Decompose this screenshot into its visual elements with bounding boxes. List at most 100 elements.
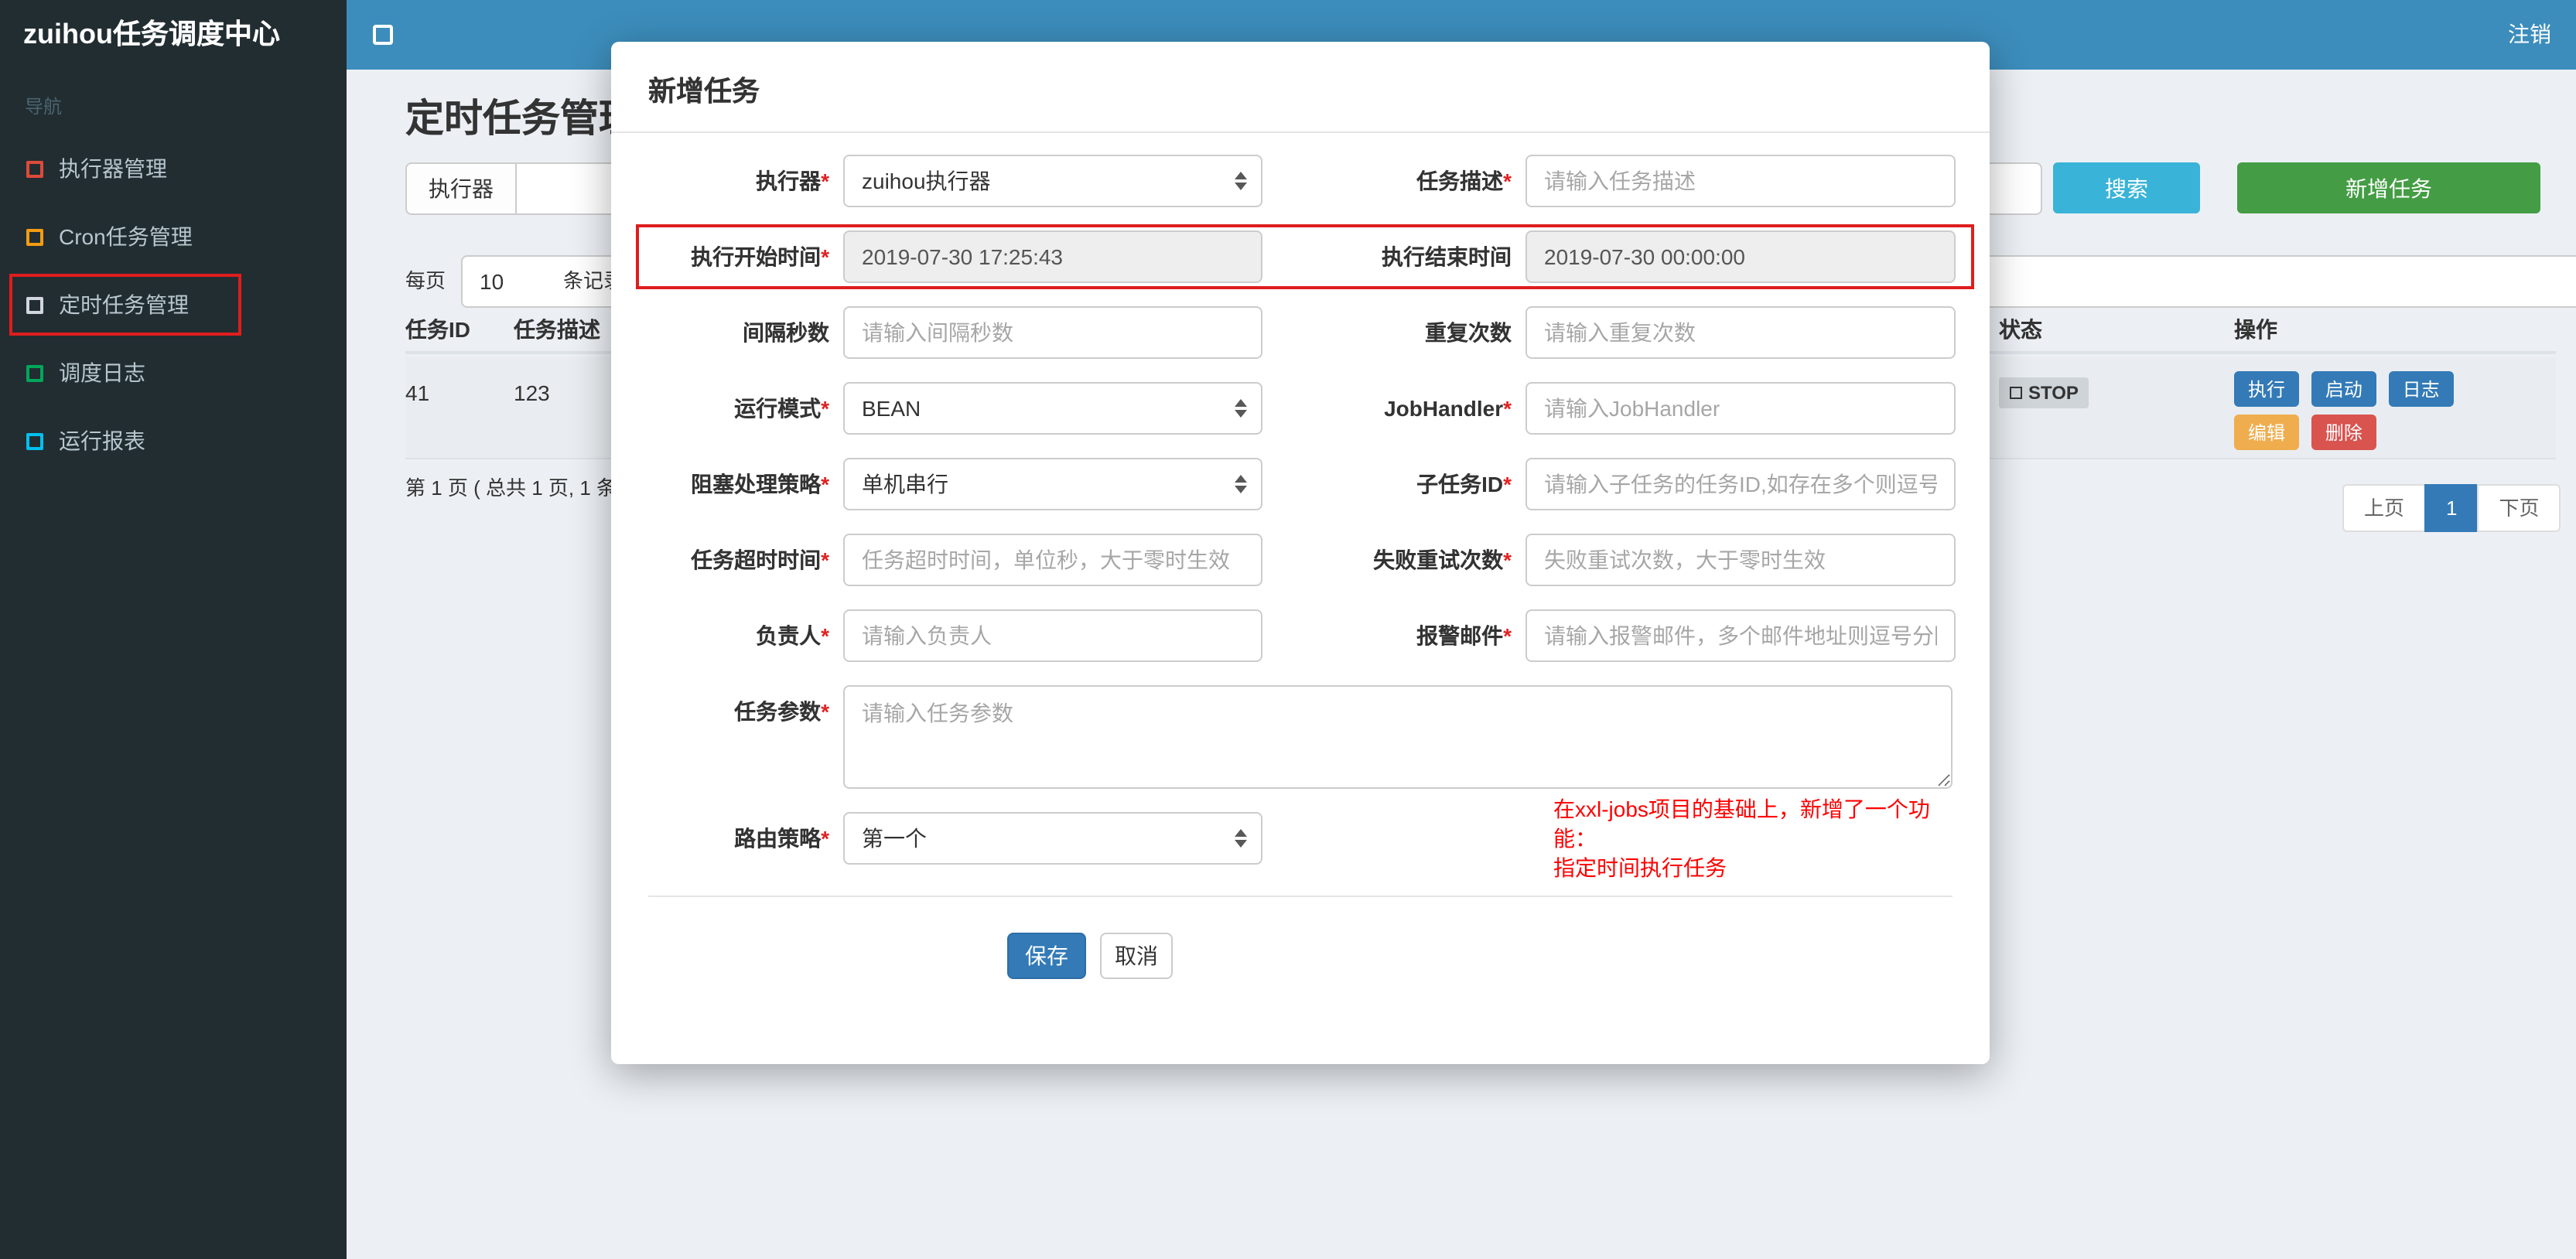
required-asterisk: * bbox=[821, 169, 829, 193]
child-job-id-input[interactable] bbox=[1525, 458, 1956, 510]
sidebar-item-cron-task-management[interactable]: Cron任务管理 bbox=[0, 203, 347, 271]
alarm-email-label: 报警邮件* bbox=[1416, 623, 1512, 648]
fail-retry-input[interactable] bbox=[1525, 534, 1956, 586]
form-row-timeout: 任务超时时间* 失败重试次数* bbox=[648, 534, 1956, 586]
fail-retry-label: 失败重试次数* bbox=[1373, 548, 1512, 572]
sidebar-item-run-report[interactable]: 运行报表 bbox=[0, 407, 347, 475]
delete-button[interactable]: 删除 bbox=[2311, 415, 2376, 450]
job-param-label: 任务参数* bbox=[734, 699, 829, 724]
required-asterisk: * bbox=[821, 826, 829, 851]
owner-input[interactable] bbox=[843, 609, 1262, 662]
sidebar-item-dispatch-log[interactable]: 调度日志 bbox=[0, 339, 347, 407]
form-row-executor: 执行器* zuihou执行器 任务描述* bbox=[648, 155, 1956, 207]
run-mode-label: 运行模式* bbox=[734, 396, 829, 421]
required-asterisk: * bbox=[821, 548, 829, 572]
required-asterisk: * bbox=[821, 472, 829, 496]
select-arrows-icon bbox=[1235, 172, 1247, 190]
page-title: 定时任务管理 bbox=[405, 97, 638, 141]
executor-select-value: zuihou执行器 bbox=[862, 169, 991, 193]
job-param-textarea[interactable] bbox=[843, 685, 1952, 789]
start-time-input[interactable] bbox=[843, 230, 1262, 283]
square-icon bbox=[26, 432, 43, 449]
end-time-label: 执行结束时间 bbox=[1382, 244, 1512, 269]
sidebar-toggle-icon[interactable] bbox=[373, 25, 393, 45]
add-task-modal: 新增任务 执行器* zuihou执行器 任务描述* 执行开始时间* bbox=[611, 42, 1990, 1064]
required-asterisk: * bbox=[821, 623, 829, 648]
column-header-operations: 操作 bbox=[2234, 317, 2277, 342]
job-desc-input[interactable] bbox=[1525, 155, 1956, 207]
run-mode-select-value: BEAN bbox=[862, 396, 921, 421]
square-icon bbox=[26, 296, 43, 313]
timeout-label: 任务超时时间* bbox=[691, 548, 829, 572]
cancel-button[interactable]: 取消 bbox=[1100, 933, 1173, 979]
select-arrows-icon bbox=[1235, 829, 1247, 848]
job-desc-label: 任务描述* bbox=[1416, 169, 1512, 193]
sidebar-item-label: Cron任务管理 bbox=[59, 224, 193, 249]
feature-note-line-1: 在xxl-jobs项目的基础上，新增了一个功能： bbox=[1553, 796, 1930, 850]
feature-note: 在xxl-jobs项目的基础上，新增了一个功能： 指定时间执行任务 bbox=[1553, 794, 1952, 882]
interval-input[interactable] bbox=[843, 306, 1262, 359]
column-header-task-desc: 任务描述 bbox=[514, 317, 600, 342]
route-strategy-select-value: 第一个 bbox=[862, 826, 927, 851]
log-button[interactable]: 日志 bbox=[2388, 371, 2454, 407]
required-asterisk: * bbox=[821, 699, 829, 724]
block-strategy-select-value: 单机串行 bbox=[862, 472, 948, 496]
alarm-email-input[interactable] bbox=[1525, 609, 1956, 662]
timeout-input[interactable] bbox=[843, 534, 1262, 586]
logout-link[interactable]: 注销 bbox=[2508, 0, 2551, 70]
cell-task-desc: 123 bbox=[514, 380, 550, 405]
required-asterisk: * bbox=[1503, 472, 1512, 496]
next-page-button[interactable]: 下页 bbox=[2477, 484, 2561, 532]
square-icon bbox=[26, 228, 43, 245]
required-asterisk: * bbox=[1503, 623, 1512, 648]
start-button[interactable]: 启动 bbox=[2311, 371, 2376, 407]
pagination: 上页 1 下页 bbox=[2342, 484, 2561, 532]
interval-label: 间隔秒数 bbox=[743, 320, 829, 345]
sidebar-item-label: 运行报表 bbox=[59, 428, 145, 453]
page-size-prefix: 每页 bbox=[405, 269, 446, 292]
route-strategy-label: 路由策略* bbox=[734, 826, 829, 851]
child-job-id-label: 子任务ID* bbox=[1416, 472, 1512, 496]
run-button[interactable]: 执行 bbox=[2234, 371, 2300, 407]
stop-icon bbox=[2010, 387, 2022, 399]
job-handler-label: JobHandler* bbox=[1384, 396, 1512, 421]
required-asterisk: * bbox=[821, 396, 829, 421]
executor-select[interactable]: zuihou执行器 bbox=[843, 155, 1262, 207]
block-strategy-select[interactable]: 单机串行 bbox=[843, 458, 1262, 510]
status-badge: STOP bbox=[1999, 377, 2089, 408]
edit-button[interactable]: 编辑 bbox=[2234, 415, 2300, 450]
end-time-input[interactable] bbox=[1525, 230, 1956, 283]
sidebar-item-label: 定时任务管理 bbox=[59, 292, 189, 317]
square-icon bbox=[26, 160, 43, 177]
sidebar-item-label: 调度日志 bbox=[59, 360, 145, 385]
sidebar-item-timed-task-management[interactable]: 定时任务管理 bbox=[0, 271, 347, 339]
form-row-block-strategy: 阻塞处理策略* 单机串行 子任务ID* bbox=[648, 458, 1956, 510]
sidebar-item-executor-management[interactable]: 执行器管理 bbox=[0, 135, 347, 203]
square-icon bbox=[26, 364, 43, 381]
job-handler-input[interactable] bbox=[1525, 382, 1956, 435]
add-task-button[interactable]: 新增任务 bbox=[2237, 162, 2540, 213]
select-arrows-icon bbox=[1235, 475, 1247, 493]
required-asterisk: * bbox=[1503, 548, 1512, 572]
prev-page-button[interactable]: 上页 bbox=[2342, 484, 2427, 532]
operations-line-1: 执行 启动 日志 bbox=[2234, 371, 2460, 407]
form-row-route-strategy: 路由策略* 第一个 在xxl-jobs项目的基础上，新增了一个功能： 指定时间执… bbox=[648, 796, 1952, 879]
required-asterisk: * bbox=[1503, 169, 1512, 193]
column-header-status: 状态 bbox=[1999, 317, 2042, 342]
required-asterisk: * bbox=[1503, 396, 1512, 421]
cell-operations: 执行 启动 日志 编辑 删除 bbox=[2234, 371, 2460, 450]
sidebar-item-label: 执行器管理 bbox=[59, 156, 167, 181]
form-row-interval: 间隔秒数 重复次数 bbox=[648, 306, 1956, 359]
save-button[interactable]: 保存 bbox=[1007, 933, 1086, 979]
search-button[interactable]: 搜索 bbox=[2053, 162, 2200, 213]
route-strategy-select[interactable]: 第一个 bbox=[843, 812, 1262, 865]
run-mode-select[interactable]: BEAN bbox=[843, 382, 1262, 435]
form-row-run-mode: 运行模式* BEAN JobHandler* bbox=[648, 382, 1956, 435]
current-page-button[interactable]: 1 bbox=[2424, 484, 2479, 532]
modal-title: 新增任务 bbox=[648, 76, 760, 107]
sidebar-nav: 导航 执行器管理 Cron任务管理 定时任务管理 调度日志 运行报表 bbox=[0, 70, 347, 1259]
app-root: zuihou任务调度中心 注销 导航 执行器管理 Cron任务管理 定时任务管理… bbox=[0, 0, 2576, 1259]
repeat-count-input[interactable] bbox=[1525, 306, 1956, 359]
modal-header: 新增任务 bbox=[611, 42, 1990, 133]
app-brand[interactable]: zuihou任务调度中心 bbox=[0, 0, 347, 70]
